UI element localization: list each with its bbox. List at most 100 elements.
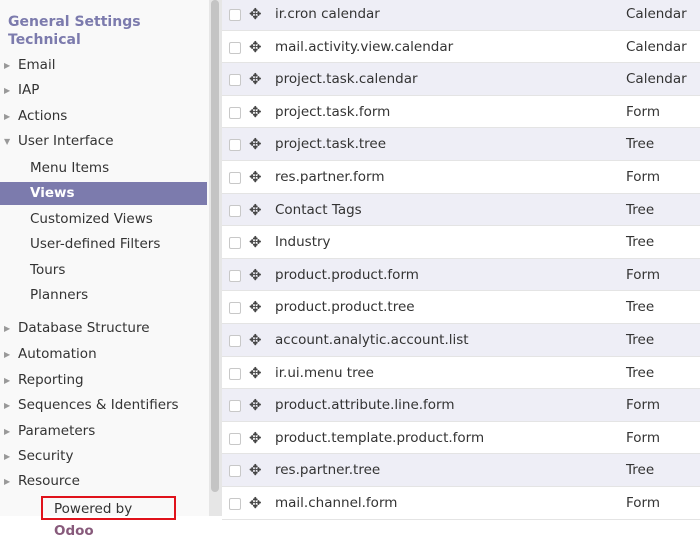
sidebar-item-customized-views[interactable]: Customized Views	[0, 208, 207, 231]
sidebar-item-parameters[interactable]: ▶ Parameters	[0, 420, 207, 443]
row-checkbox[interactable]	[229, 204, 241, 217]
row-checkbox[interactable]	[229, 334, 241, 347]
sidebar-item-automation[interactable]: ▶ Automation	[0, 343, 207, 366]
view-name: mail.activity.view.calendar	[275, 38, 454, 55]
row-checkbox[interactable]	[229, 237, 241, 250]
sidebar-item-label: Sequences & Identifiers	[18, 397, 179, 413]
view-name: mail.channel.form	[275, 494, 398, 511]
views-table: ✥ ir.cron calendar Calendar ✥ mail.activity.…	[222, 0, 700, 520]
sidebar-item-actions[interactable]: ▶ Actions	[0, 105, 207, 128]
table-row[interactable]: ✥ product.product.form Form	[222, 258, 700, 292]
drag-handle-icon[interactable]: ✥	[249, 331, 262, 349]
view-type: Tree	[626, 364, 655, 381]
sidebar-item-label: User-defined Filters	[30, 236, 161, 252]
powered-by-link[interactable]: Powered by Odoo	[41, 496, 176, 539]
table-row[interactable]: ✥ ir.cron calendar Calendar	[222, 0, 700, 31]
table-row[interactable]: ✥ product.product.tree Tree	[222, 291, 700, 324]
table-row[interactable]: ✥ product.attribute.line.form Form	[222, 389, 700, 422]
row-checkbox[interactable]	[229, 269, 241, 282]
drag-handle-icon[interactable]: ✥	[249, 201, 262, 219]
row-checkbox[interactable]	[229, 74, 241, 87]
view-name: project.task.calendar	[275, 71, 418, 88]
table-row[interactable]: ✥ res.partner.tree Tree	[222, 454, 700, 487]
drag-handle-icon[interactable]: ✥	[249, 5, 262, 23]
row-checkbox[interactable]	[229, 171, 241, 184]
drag-handle-icon[interactable]: ✥	[249, 168, 262, 186]
drag-handle-icon[interactable]: ✥	[249, 429, 262, 447]
sidebar-item-label: Resource	[18, 473, 80, 489]
view-name: account.analytic.account.list	[275, 331, 469, 348]
app-title: General Settings	[8, 14, 141, 30]
view-name: Contact Tags	[275, 201, 362, 218]
table-row[interactable]: ✥ project.task.calendar Calendar	[222, 63, 700, 96]
table-row[interactable]: ✥ ir.ui.menu tree Tree	[222, 357, 700, 390]
view-name: ir.ui.menu tree	[275, 364, 374, 381]
sidebar-item-label: Automation	[18, 346, 97, 362]
caret-right-icon: ▶	[4, 350, 11, 359]
row-checkbox[interactable]	[229, 106, 241, 119]
drag-handle-icon[interactable]: ✥	[249, 38, 262, 56]
sidebar-item-user-defined-filters[interactable]: User-defined Filters	[0, 233, 207, 256]
drag-handle-icon[interactable]: ✥	[249, 494, 262, 512]
sidebar-item-resource[interactable]: ▶ Resource	[0, 470, 207, 493]
view-type: Form	[626, 429, 661, 446]
row-checkbox[interactable]	[229, 432, 241, 445]
sidebar-item-label: User Interface	[18, 133, 114, 149]
row-checkbox[interactable]	[229, 41, 241, 54]
sidebar-item-views[interactable]: Views	[0, 182, 207, 205]
drag-handle-icon[interactable]: ✥	[249, 364, 262, 382]
sidebar-item-label: Email	[18, 57, 56, 73]
table-row[interactable]: ✥ project.task.form Form	[222, 96, 700, 129]
row-checkbox[interactable]	[229, 302, 241, 315]
table-row[interactable]: ✥ mail.activity.view.calendar Calendar	[222, 31, 700, 64]
sidebar-item-security[interactable]: ▶ Security	[0, 445, 207, 468]
view-name: product.attribute.line.form	[275, 397, 455, 414]
caret-right-icon: ▶	[4, 427, 11, 436]
sidebar-item-menu-items[interactable]: Menu Items	[0, 157, 207, 180]
table-row[interactable]: ✥ project.task.tree Tree	[222, 128, 700, 161]
table-row[interactable]: ✥ Industry Tree	[222, 226, 700, 259]
sidebar-item-label: Views	[30, 185, 75, 201]
sidebar-item-tours[interactable]: Tours	[0, 259, 207, 282]
sidebar-item-reporting[interactable]: ▶ Reporting	[0, 369, 207, 392]
sidebar-item-email[interactable]: ▶ Email	[0, 54, 207, 77]
row-checkbox[interactable]	[229, 400, 241, 413]
sidebar-item-user-interface[interactable]: ▼ User Interface	[0, 130, 207, 153]
drag-handle-icon[interactable]: ✥	[249, 233, 262, 251]
sidebar-item-label: Actions	[18, 108, 68, 124]
sidebar-item-label: Reporting	[18, 372, 84, 388]
sidebar-item-sequences-identifiers[interactable]: ▶ Sequences & Identifiers	[0, 394, 207, 417]
view-type: Tree	[626, 331, 655, 348]
view-name: product.template.product.form	[275, 429, 485, 446]
caret-right-icon: ▶	[4, 112, 11, 121]
row-checkbox[interactable]	[229, 139, 241, 152]
sidebar-item-database-structure[interactable]: ▶ Database Structure	[0, 317, 207, 340]
sidebar-item-iap[interactable]: ▶ IAP	[0, 79, 207, 102]
view-name: res.partner.form	[275, 168, 385, 185]
row-checkbox[interactable]	[229, 497, 241, 510]
table-row[interactable]: ✥ Contact Tags Tree	[222, 193, 700, 227]
drag-handle-icon[interactable]: ✥	[249, 266, 262, 284]
view-type: Form	[626, 168, 661, 185]
table-row[interactable]: ✥ product.template.product.form Form	[222, 422, 700, 455]
drag-handle-icon[interactable]: ✥	[249, 396, 262, 414]
sidebar-item-label: Security	[18, 448, 74, 464]
caret-right-icon: ▶	[4, 376, 11, 385]
drag-handle-icon[interactable]: ✥	[249, 70, 262, 88]
row-checkbox[interactable]	[229, 465, 241, 478]
table-row[interactable]: ✥ res.partner.form Form	[222, 161, 700, 194]
view-type: Tree	[626, 299, 655, 316]
row-checkbox[interactable]	[229, 367, 241, 380]
row-checkbox[interactable]	[229, 9, 241, 21]
drag-handle-icon[interactable]: ✥	[249, 103, 262, 121]
drag-handle-icon[interactable]: ✥	[249, 461, 262, 479]
drag-handle-icon[interactable]: ✥	[249, 298, 262, 316]
scrollbar-thumb[interactable]	[211, 0, 219, 492]
sidebar-item-planners[interactable]: Planners	[0, 284, 207, 307]
table-row[interactable]: ✥ mail.channel.form Form	[222, 487, 700, 520]
sidebar-item-label: Database Structure	[18, 320, 150, 336]
view-name: Industry	[275, 234, 331, 251]
table-row[interactable]: ✥ account.analytic.account.list Tree	[222, 323, 700, 357]
drag-handle-icon[interactable]: ✥	[249, 135, 262, 153]
view-type: Tree	[626, 234, 655, 251]
